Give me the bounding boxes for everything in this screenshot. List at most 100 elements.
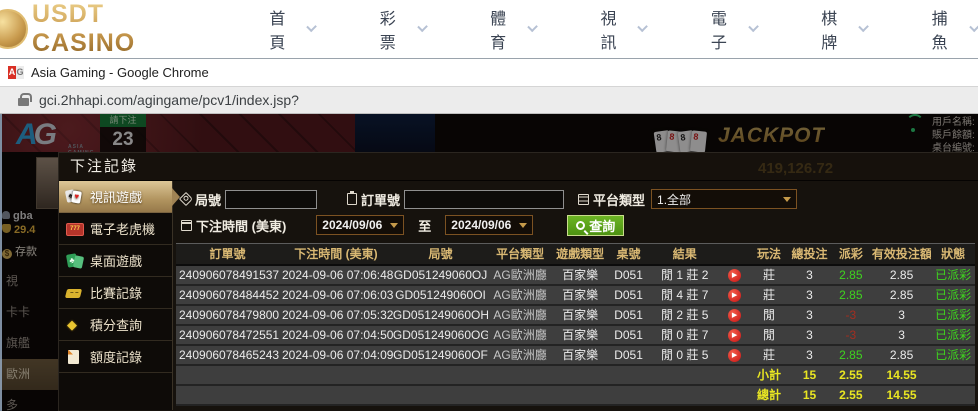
sidebar-item-6[interactable]: 額度記錄: [59, 341, 172, 373]
cell-result: 閒 0 莊 7: [648, 324, 721, 346]
sidebar-item-2[interactable]: 電子老虎機: [59, 213, 172, 245]
cell-status: 已派彩: [931, 304, 975, 326]
nav-item-3[interactable]: 體育: [490, 5, 539, 53]
nav-item-label: 視訊: [600, 11, 617, 52]
cell-result: 閒 0 莊 5: [648, 344, 721, 366]
lock-icon: [18, 93, 32, 106]
modal-title: 下注記錄: [59, 153, 978, 181]
site-logo[interactable]: USDT CASINO: [0, 0, 207, 58]
cell-play-type: 莊: [748, 264, 790, 286]
nav-item-2[interactable]: 彩票: [379, 5, 428, 53]
cell-bet-time: 2024-09-06 07:06:48: [279, 264, 393, 286]
replay-button[interactable]: [728, 348, 742, 362]
replay-button[interactable]: [728, 328, 742, 342]
cell-total-bet: 3: [789, 344, 830, 366]
cell-bet-time: 2024-09-06 07:04:09: [279, 344, 393, 366]
column-header: 總投注: [789, 243, 830, 266]
date-from-select[interactable]: 2024/09/06: [316, 215, 405, 235]
cell-empty: [931, 364, 975, 386]
cell-total-bet: 3: [789, 264, 830, 286]
column-header: 有效投注額: [871, 243, 932, 266]
replay-button[interactable]: [728, 268, 742, 282]
platform-select[interactable]: 1.全部: [651, 189, 798, 209]
main-nav: 首頁 彩票 體育 視訊 電子 棋牌 捕魚: [269, 5, 978, 53]
page: USDT CASINO 首頁 彩票 體育 視訊 電子 棋牌 捕魚 A G Asia Gami…: [0, 0, 978, 411]
cell-platform: AG歐洲廳: [488, 284, 553, 306]
cell-payout: 2.85: [829, 344, 872, 366]
column-header: 結果: [648, 243, 721, 266]
column-header: 派彩: [829, 243, 872, 266]
round-label: 局號: [178, 190, 221, 209]
cell-game-type: 百家樂: [552, 284, 609, 306]
table-row: 240906078491537 2024-09-06 07:06:48 GD05…: [176, 264, 975, 286]
nav-item-label: 體育: [490, 11, 507, 52]
cell-total-bet: 3: [789, 304, 830, 326]
table-row: 240906078484452 2024-09-06 07:06:03 GD05…: [176, 284, 975, 306]
cell-total-bet: 3: [789, 284, 830, 306]
subtotal-row: 小計 15 2.55 14.55: [176, 364, 975, 386]
list-icon: [578, 193, 590, 205]
cell-play-type: 閒: [748, 304, 790, 326]
order-input[interactable]: [404, 189, 565, 209]
cell-subtotal-label: 小計: [748, 364, 790, 386]
cell-order-number: 240906078491537: [176, 264, 279, 286]
cell-valid-bet: 2.85: [871, 284, 932, 306]
replay-button[interactable]: [728, 288, 742, 302]
nav-item-4[interactable]: 視訊: [600, 5, 649, 53]
cell-total-payout: 2.55: [829, 384, 872, 406]
cell-total-valid: 14.55: [871, 384, 932, 406]
date-to-select[interactable]: 2024/09/06: [445, 215, 534, 235]
nav-item-1[interactable]: 首頁: [269, 5, 318, 53]
nav-item-label: 彩票: [379, 11, 396, 52]
cell-table-number: D051: [608, 304, 649, 326]
cell-round-number: GD051249060OG: [392, 324, 489, 346]
replay-button[interactable]: [728, 308, 742, 322]
calendar-icon: [181, 219, 192, 231]
cell-platform: AG歐洲廳: [488, 304, 553, 326]
search-button[interactable]: 查詢: [567, 214, 625, 236]
cell-order-number: 240906078465243: [176, 344, 279, 366]
nav-item-label: 電子: [710, 11, 727, 52]
url-bar[interactable]: gci.2hhapi.com/agingame/pcv1/index.jsp?: [0, 86, 978, 114]
tag-icon: [178, 191, 194, 207]
cell-valid-bet: 2.85: [871, 264, 932, 286]
bet-time-label: 下注時間 (美東): [181, 216, 286, 235]
cell-bet-time: 2024-09-06 07:05:32: [279, 304, 393, 326]
nav-item-label: 捕魚: [931, 11, 948, 52]
nav-item-7[interactable]: 捕魚: [932, 5, 978, 53]
table-body: 240906078491537 2024-09-06 07:06:48 GD05…: [176, 264, 975, 406]
cell-result: 閒 1 莊 2: [648, 264, 721, 286]
cell-game-type: 百家樂: [552, 324, 609, 346]
cell-replay: [720, 324, 749, 346]
cell-game-type: 百家樂: [552, 344, 609, 366]
round-input[interactable]: [225, 189, 318, 209]
cell-play-type: 莊: [748, 284, 790, 306]
cell-total-bet: 3: [789, 324, 830, 346]
sidebar-item-4[interactable]: 比賽記錄: [59, 277, 172, 309]
cell-table-number: D051: [608, 284, 649, 306]
chevron-down-icon: [858, 21, 870, 33]
sidebar-item-label: 視訊遊戲: [90, 190, 143, 205]
chevron-down-icon: [748, 21, 759, 33]
nav-item-6[interactable]: 棋牌: [821, 5, 870, 53]
cell-order-number: 240906078479800: [176, 304, 279, 326]
cell-empty: [176, 364, 749, 386]
sidebar-item-3[interactable]: 桌面遊戲: [59, 245, 172, 277]
coin-icon: [0, 9, 28, 49]
cell-result: 閒 2 莊 5: [648, 304, 721, 326]
column-header: 局號: [392, 243, 489, 266]
records-table: 訂單號 下注時間 (美東) 局號 平台類型 遊戲類型 桌號 結果 玩法 總投注 派彩 有效投注額 狀態…: [176, 243, 975, 406]
sidebar-item-1[interactable]: 視訊遊戲: [59, 181, 180, 213]
column-header: 玩法: [748, 243, 790, 266]
column-header: 狀態: [931, 243, 975, 266]
browser-content: AG ASIA GAMING 請下注 23 8888 JACKPOT 用戶名稱:…: [0, 114, 978, 411]
clipboard-icon: [347, 191, 358, 205]
sidebar-item-5[interactable]: 積分查詢: [59, 309, 172, 341]
cell-round-number: GD051249060OI: [392, 284, 489, 306]
nav-item-5[interactable]: 電子: [710, 5, 759, 53]
table-games-icon: [66, 253, 84, 269]
cell-replay: [720, 344, 749, 366]
chevron-down-icon: [306, 21, 318, 33]
table-row: 240906078479800 2024-09-06 07:05:32 GD05…: [176, 304, 975, 326]
bet-records-modal: 下注記錄 視訊遊戲電子老虎機桌面遊戲比賽記錄積分查詢額度記錄 局號 訂單號 平台…: [58, 152, 978, 411]
